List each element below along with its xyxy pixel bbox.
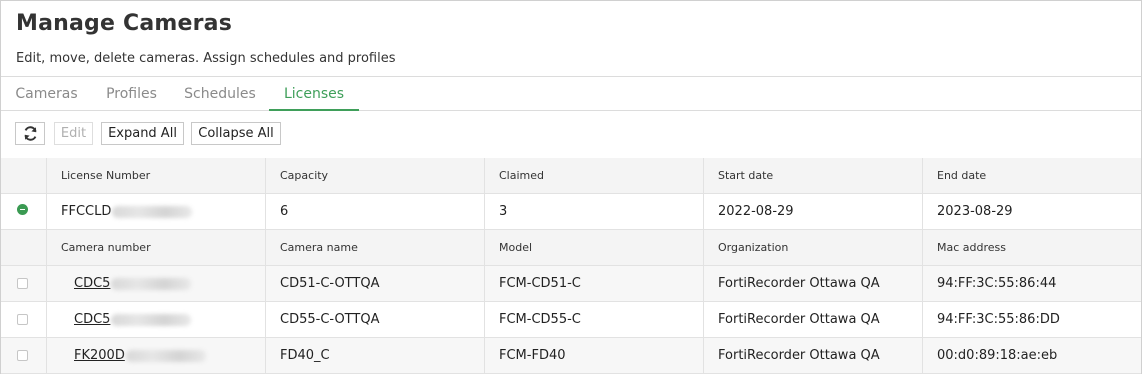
edit-button[interactable]: Edit <box>54 122 93 145</box>
column-header-mac-address[interactable]: Mac address <box>922 230 1141 265</box>
mac-address-cell: 94:FF:3C:55:86:44 <box>922 266 1141 301</box>
model-cell: FCM-CD55-C <box>484 302 703 337</box>
tab-schedules[interactable]: Schedules <box>171 77 269 110</box>
license-number-cell: FFCCLD <box>46 194 265 229</box>
camera-name-cell: CD55-C-OTTQA <box>265 302 484 337</box>
column-header-start-date[interactable]: Start date <box>703 158 922 193</box>
column-header-model[interactable]: Model <box>484 230 703 265</box>
refresh-button[interactable] <box>15 122 45 145</box>
row-checkbox[interactable] <box>17 278 28 289</box>
license-header-row: License Number Capacity Claimed Start da… <box>1 158 1141 194</box>
mac-address-cell: 94:FF:3C:55:86:DD <box>922 302 1141 337</box>
mac-address-cell: 00:d0:89:18:ae:eb <box>922 338 1141 373</box>
camera-name-cell: FD40_C <box>265 338 484 373</box>
claimed-cell: 3 <box>484 194 703 229</box>
column-header-camera-name[interactable]: Camera name <box>265 230 484 265</box>
row-checkbox[interactable] <box>17 314 28 325</box>
tab-licenses[interactable]: Licenses <box>269 77 359 111</box>
expand-all-button[interactable]: Expand All <box>101 122 184 145</box>
model-cell: FCM-FD40 <box>484 338 703 373</box>
column-header-capacity[interactable]: Capacity <box>265 158 484 193</box>
tab-cameras[interactable]: Cameras <box>1 77 92 110</box>
column-header-license-number[interactable]: License Number <box>46 158 265 193</box>
header-spacer <box>1 230 46 265</box>
camera-number-link[interactable]: CDC5 <box>61 276 110 291</box>
end-date-cell: 2023-08-29 <box>922 194 1141 229</box>
camera-row[interactable]: CDC5 CD51-C-OTTQA FCM-CD51-C FortiRecord… <box>1 266 1141 302</box>
page-title: Manage Cameras <box>16 11 233 36</box>
camera-name-cell: CD51-C-OTTQA <box>265 266 484 301</box>
organization-cell: FortiRecorder Ottawa QA <box>703 266 922 301</box>
license-row[interactable]: FFCCLD 6 3 2022-08-29 2023-08-29 <box>1 194 1141 230</box>
column-header-camera-number[interactable]: Camera number <box>46 230 265 265</box>
capacity-cell: 6 <box>265 194 484 229</box>
redacted-text <box>112 205 193 218</box>
camera-header-row: Camera number Camera name Model Organiza… <box>1 230 1141 266</box>
collapse-row-icon[interactable] <box>17 204 28 215</box>
redacted-text <box>125 349 206 362</box>
organization-cell: FortiRecorder Ottawa QA <box>703 302 922 337</box>
camera-row[interactable]: CDC5 CD55-C-OTTQA FCM-CD55-C FortiRecord… <box>1 302 1141 338</box>
tab-bar: Cameras Profiles Schedules Licenses <box>1 76 1141 111</box>
collapse-all-button[interactable]: Collapse All <box>191 122 281 145</box>
page-subtitle: Edit, move, delete cameras. Assign sched… <box>16 51 396 66</box>
expander-cell <box>1 194 46 229</box>
camera-number-cell: FK200D <box>46 338 265 373</box>
license-number: FFCCLD <box>61 204 112 219</box>
tab-profiles[interactable]: Profiles <box>92 77 171 110</box>
select-cell <box>1 266 46 301</box>
redacted-text <box>111 313 192 326</box>
model-cell: FCM-CD51-C <box>484 266 703 301</box>
camera-number-link[interactable]: CDC5 <box>61 312 110 327</box>
camera-number-cell: CDC5 <box>46 302 265 337</box>
camera-number-cell: CDC5 <box>46 266 265 301</box>
column-header-end-date[interactable]: End date <box>922 158 1141 193</box>
row-checkbox[interactable] <box>17 350 28 361</box>
column-header-claimed[interactable]: Claimed <box>484 158 703 193</box>
camera-number-link[interactable]: FK200D <box>61 348 125 363</box>
start-date-cell: 2022-08-29 <box>703 194 922 229</box>
camera-row[interactable]: FK200D FD40_C FCM-FD40 FortiRecorder Ott… <box>1 338 1141 374</box>
select-cell <box>1 302 46 337</box>
header-spacer <box>1 158 46 193</box>
column-header-organization[interactable]: Organization <box>703 230 922 265</box>
select-cell <box>1 338 46 373</box>
refresh-icon <box>24 126 37 141</box>
redacted-text <box>111 277 192 290</box>
organization-cell: FortiRecorder Ottawa QA <box>703 338 922 373</box>
